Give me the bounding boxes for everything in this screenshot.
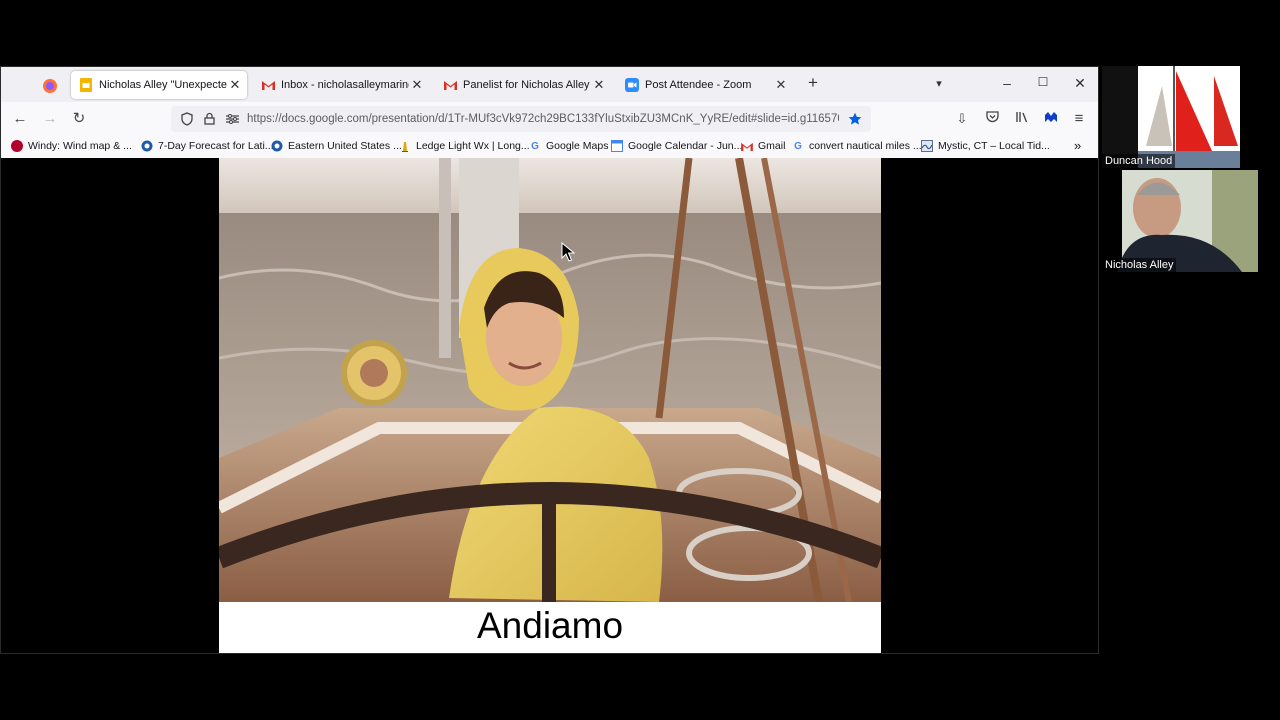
tab-bar: Nicholas Alley "Unexpected Op ✕ Inbox - … bbox=[1, 67, 1098, 102]
sailboat-image bbox=[1102, 66, 1240, 168]
close-tab-icon[interactable]: ✕ bbox=[773, 77, 789, 93]
tab-title: Post Attendee - Zoom bbox=[645, 79, 752, 91]
bookmark-eastern-us[interactable]: Eastern United States ... bbox=[271, 140, 402, 152]
gmail-icon bbox=[443, 78, 457, 92]
forward-icon[interactable]: → bbox=[41, 111, 59, 127]
minimize-icon[interactable]: – bbox=[997, 75, 1017, 91]
bookmark-convert-nautical[interactable]: Gconvert nautical miles ... bbox=[792, 140, 922, 152]
gmail-icon bbox=[261, 78, 275, 92]
bookmark-forecast[interactable]: 7-Day Forecast for Lati... bbox=[141, 140, 274, 152]
tab-title: Inbox - nicholasalleymarine@g bbox=[281, 79, 409, 91]
bookmark-gmail[interactable]: Gmail bbox=[741, 140, 785, 152]
noaa-icon bbox=[141, 140, 153, 152]
back-icon[interactable]: ← bbox=[11, 111, 29, 127]
maximize-icon[interactable]: ☐ bbox=[1033, 75, 1053, 89]
menu-icon[interactable]: ≡ bbox=[1070, 111, 1088, 127]
tab-inbox[interactable]: Inbox - nicholasalleymarine@g ✕ bbox=[253, 71, 429, 99]
tab-panelist[interactable]: Panelist for Nicholas Alley Pres ✕ bbox=[435, 71, 611, 99]
library-icon[interactable] bbox=[1013, 111, 1031, 127]
firefox-icon bbox=[43, 79, 57, 93]
lock-icon[interactable] bbox=[204, 112, 215, 125]
webcam-feed-image bbox=[1117, 170, 1258, 272]
lighthouse-icon bbox=[399, 140, 411, 152]
tab-title: Panelist for Nicholas Alley Pres bbox=[463, 79, 591, 91]
windy-icon bbox=[11, 140, 23, 152]
bookmark-star-icon[interactable] bbox=[848, 112, 862, 126]
url-text: https://docs.google.com/presentation/d/1… bbox=[247, 113, 839, 125]
participant-video-duncan[interactable]: Duncan Hood bbox=[1102, 66, 1240, 168]
gmail-icon bbox=[741, 140, 753, 152]
zoom-icon bbox=[625, 78, 639, 92]
close-tab-icon[interactable]: ✕ bbox=[591, 77, 607, 93]
google-slides-icon bbox=[79, 78, 93, 92]
bookmark-google-calendar[interactable]: Google Calendar - Jun... bbox=[611, 140, 742, 152]
participant-name: Duncan Hood bbox=[1102, 154, 1176, 168]
list-tabs-icon[interactable]: ▾ bbox=[929, 77, 949, 90]
bookmark-google-maps[interactable]: G Google Maps bbox=[529, 140, 608, 152]
google-icon: G bbox=[794, 140, 802, 152]
navigation-bar: ← → ↻ https://docs.google.com/presentati… bbox=[1, 102, 1098, 136]
tab-slides[interactable]: Nicholas Alley "Unexpected Op ✕ bbox=[71, 71, 247, 99]
firefox-view-button[interactable] bbox=[37, 73, 63, 99]
extensions-icon[interactable]: ⇩ bbox=[953, 111, 971, 127]
bookmark-ledge-light[interactable]: Ledge Light Wx | Long... bbox=[399, 140, 530, 152]
window-close-icon[interactable]: ✕ bbox=[1070, 75, 1090, 92]
bookmark-mystic-tides[interactable]: Mystic, CT – Local Tid... bbox=[921, 140, 1050, 152]
slide-caption: Andiamo bbox=[476, 605, 624, 646]
malwarebytes-icon[interactable] bbox=[1042, 111, 1060, 127]
browser-window: Nicholas Alley "Unexpected Op ✕ Inbox - … bbox=[0, 66, 1099, 654]
participant-name: Nicholas Alley bbox=[1102, 258, 1177, 272]
pocket-icon[interactable] bbox=[983, 111, 1001, 127]
permissions-icon[interactable] bbox=[226, 114, 239, 124]
new-tab-icon[interactable]: + bbox=[803, 73, 823, 93]
more-bookmarks-icon[interactable]: » bbox=[1074, 138, 1081, 153]
noaa-icon bbox=[271, 140, 283, 152]
tab-zoom[interactable]: Post Attendee - Zoom ✕ bbox=[617, 71, 793, 99]
tide-chart-icon bbox=[921, 140, 933, 152]
tab-title: Nicholas Alley "Unexpected Op bbox=[99, 79, 227, 91]
calendar-icon bbox=[611, 140, 623, 152]
bookmark-windy[interactable]: Windy: Wind map & ... bbox=[11, 140, 132, 152]
close-tab-icon[interactable]: ✕ bbox=[227, 77, 243, 93]
reload-icon[interactable]: ↻ bbox=[70, 111, 88, 127]
page-content: Andiamo bbox=[1, 158, 1098, 653]
shield-icon[interactable] bbox=[181, 112, 193, 126]
presentation-slide: Andiamo bbox=[219, 158, 881, 653]
slide-photo bbox=[219, 158, 881, 602]
mouse-cursor-icon bbox=[561, 242, 575, 262]
address-bar[interactable]: https://docs.google.com/presentation/d/1… bbox=[171, 106, 871, 132]
bookmarks-toolbar: Windy: Wind map & ... 7-Day Forecast for… bbox=[1, 136, 1098, 159]
close-tab-icon[interactable]: ✕ bbox=[409, 77, 425, 93]
participant-video-nicholas[interactable]: Nicholas Alley bbox=[1102, 170, 1258, 272]
google-icon: G bbox=[531, 140, 539, 152]
